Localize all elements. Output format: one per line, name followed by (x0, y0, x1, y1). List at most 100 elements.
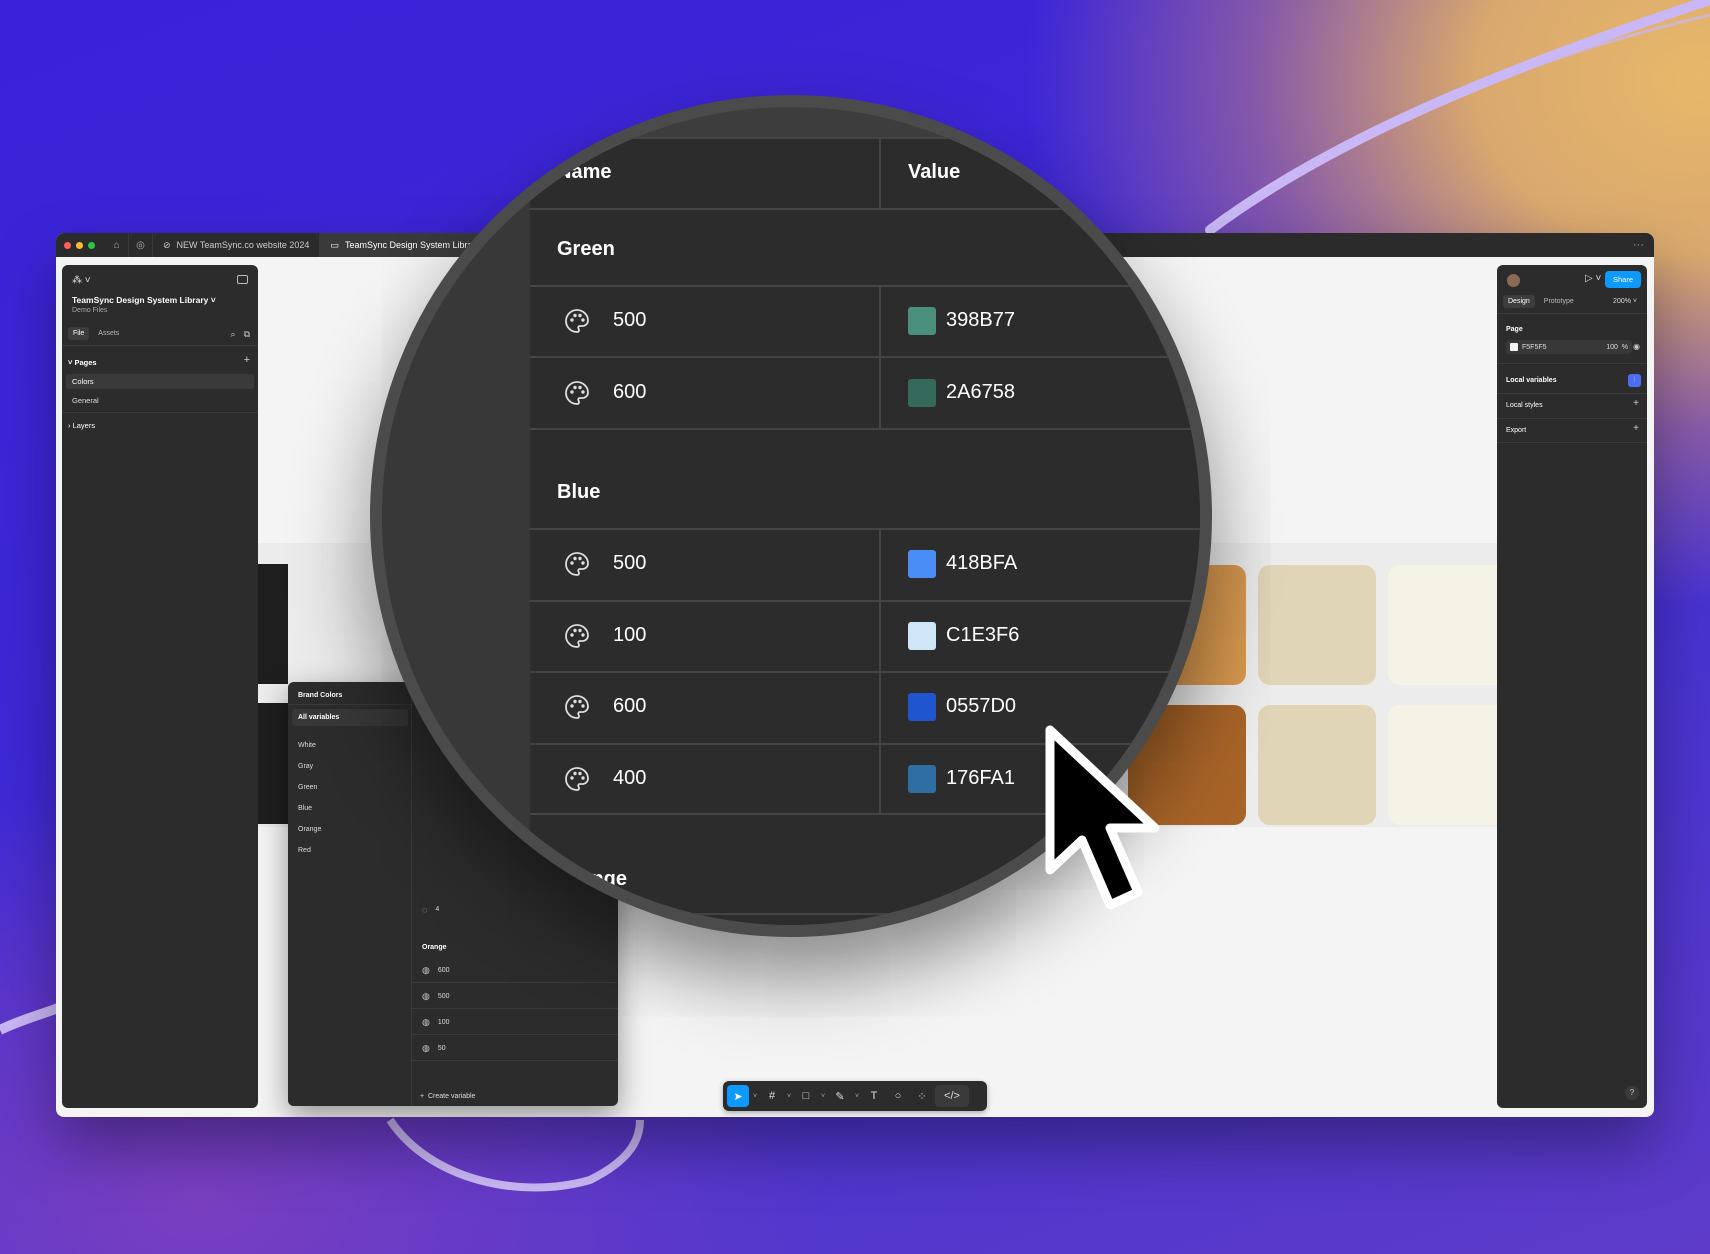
column-header-name[interactable]: Name (557, 161, 611, 184)
color-swatch[interactable] (908, 307, 936, 335)
add-page-icon[interactable]: + (244, 354, 250, 366)
components-tool-icon[interactable]: ⁘ (911, 1085, 933, 1107)
color-swatch[interactable] (908, 622, 936, 650)
file-icon: ⊘ (163, 239, 171, 250)
variable-row[interactable]: ◍ 100 (412, 1010, 618, 1035)
tab-prototype[interactable]: Prototype (1539, 295, 1579, 308)
canvas-color-swatch[interactable] (1388, 565, 1497, 685)
canvas-color-swatch[interactable] (1388, 705, 1497, 825)
column-header-value[interactable]: Value (908, 161, 960, 184)
variable-name[interactable]: 500 (613, 309, 646, 332)
help-button[interactable]: ? (1625, 1086, 1639, 1100)
group-item-green[interactable]: Green (298, 784, 317, 791)
local-variables-label[interactable]: Local variables (1506, 377, 1557, 384)
variable-value[interactable]: C1E3F6 (946, 624, 1019, 647)
group-item-gray[interactable]: Gray (298, 763, 313, 770)
variable-value[interactable]: 2A6758 (946, 381, 1015, 404)
variables-icon[interactable]: ⫶ (1628, 374, 1641, 387)
palette-icon: ◍ (422, 990, 430, 1001)
text-tool-icon[interactable]: T (863, 1085, 885, 1107)
add-style-icon[interactable]: + (1633, 398, 1639, 409)
canvas-black-swatch[interactable] (258, 703, 288, 824)
pen-tool-icon[interactable]: ✎ (829, 1085, 851, 1107)
layers-header[interactable]: › Layers (68, 421, 95, 430)
palette-icon (565, 624, 589, 648)
export-label: Export (1506, 427, 1527, 434)
canvas-color-swatch[interactable] (1258, 565, 1376, 685)
move-tool-icon[interactable]: ➤ (727, 1085, 749, 1107)
divider (1497, 442, 1647, 443)
maximize-window-button[interactable] (88, 241, 95, 249)
palette-icon: ◍ (422, 1042, 430, 1053)
divider (1497, 418, 1647, 419)
tab-design[interactable]: Design (1503, 295, 1535, 308)
close-window-button[interactable] (64, 241, 71, 249)
variable-name[interactable]: 500 (613, 552, 646, 575)
figma-menu-icon[interactable]: ⁂ ˅ (72, 275, 91, 286)
create-variable-button[interactable]: + Create variable (420, 1093, 475, 1100)
page-item-general[interactable]: General (66, 393, 254, 408)
tab-file[interactable]: File (68, 327, 90, 340)
file-subtitle: Demo Files (72, 307, 108, 314)
avatar[interactable] (1507, 274, 1520, 287)
left-panel-tabs: File Assets (68, 327, 124, 340)
group-header-orange: Orange (557, 868, 628, 890)
search-icon[interactable]: ⌕ (231, 329, 236, 340)
color-swatch[interactable] (908, 765, 936, 793)
palette-icon: ◍ (422, 964, 430, 975)
library-icon[interactable]: ⧉ (244, 329, 250, 340)
tab-website[interactable]: ⊘ NEW TeamSync.co website 2024 (153, 233, 321, 257)
color-swatch[interactable] (908, 550, 936, 578)
group-item-white[interactable]: White (298, 742, 316, 749)
palette-icon: ◍ (422, 1016, 430, 1027)
variable-value[interactable]: 0557D0 (946, 695, 1016, 718)
more-icon[interactable]: ··· (1633, 239, 1644, 251)
chevron-down-icon[interactable]: ˅ (853, 1093, 861, 1100)
variable-value[interactable]: 398B77 (946, 309, 1015, 332)
collection-title[interactable]: Brand Colors (298, 692, 342, 699)
file-title[interactable]: TeamSync Design System Library ˅ (72, 295, 216, 305)
left-sidebar: ⁂ ˅ TeamSync Design System Library ˅ Dem… (62, 265, 258, 1108)
color-swatch[interactable] (908, 379, 936, 407)
book-icon: ▭ (330, 239, 339, 250)
share-button[interactable]: Share (1604, 271, 1641, 288)
variable-row[interactable]: ◍ 500 (412, 984, 618, 1009)
variable-name[interactable]: 400 (613, 767, 646, 790)
group-item-orange[interactable]: Orange (298, 826, 321, 833)
chevron-down-icon[interactable]: ˅ (785, 1093, 793, 1100)
comment-tool-icon[interactable]: ○ (887, 1085, 909, 1107)
variable-row[interactable]: ◍ 600 (412, 958, 618, 983)
pages-header[interactable]: ˅ Pages (68, 358, 97, 367)
sidebar-toggle-icon[interactable] (237, 275, 248, 284)
variable-row[interactable]: ◍ 50 (412, 1036, 618, 1061)
chevron-down-icon[interactable]: ˅ (819, 1093, 827, 1100)
home-icon[interactable]: ⌂ (105, 233, 129, 257)
color-swatch[interactable] (908, 693, 936, 721)
palette-icon (565, 767, 589, 791)
group-item-blue[interactable]: Blue (298, 805, 312, 812)
page-item-colors[interactable]: Colors (66, 374, 254, 389)
local-styles-label: Local styles (1506, 402, 1543, 409)
zoom-dropdown[interactable]: 200% ˅ (1613, 298, 1637, 305)
chevron-down-icon[interactable]: ˅ (751, 1093, 759, 1100)
canvas-color-swatch[interactable] (1258, 705, 1376, 825)
canvas-black-swatch[interactable] (258, 564, 288, 684)
variable-name[interactable]: 600 (613, 381, 646, 404)
tab-assets[interactable]: Assets (93, 327, 124, 340)
group-item-red[interactable]: Red (298, 847, 311, 854)
variable-value[interactable]: 176FA1 (946, 767, 1015, 790)
present-icon[interactable]: ▷ ˅ (1585, 273, 1601, 284)
variable-value[interactable]: 418BFA (946, 552, 1017, 575)
dev-mode-icon[interactable]: </> (935, 1085, 969, 1107)
add-export-icon[interactable]: + (1633, 423, 1639, 434)
bottom-toolbar: ➤ ˅ # ˅ □ ˅ ✎ ˅ T ○ ⁘ </> (723, 1081, 987, 1111)
minimize-window-button[interactable] (76, 241, 83, 249)
page-fill-field[interactable]: F5F5F5 100 % (1506, 340, 1632, 354)
variable-name[interactable]: 600 (613, 695, 646, 718)
rectangle-tool-icon[interactable]: □ (795, 1085, 817, 1107)
fill-swatch[interactable] (1510, 343, 1518, 351)
eye-icon[interactable]: ◉ (1633, 342, 1640, 351)
globe-icon[interactable]: ◎ (129, 233, 153, 257)
variable-name[interactable]: 100 (613, 624, 646, 647)
frame-tool-icon[interactable]: # (761, 1085, 783, 1107)
